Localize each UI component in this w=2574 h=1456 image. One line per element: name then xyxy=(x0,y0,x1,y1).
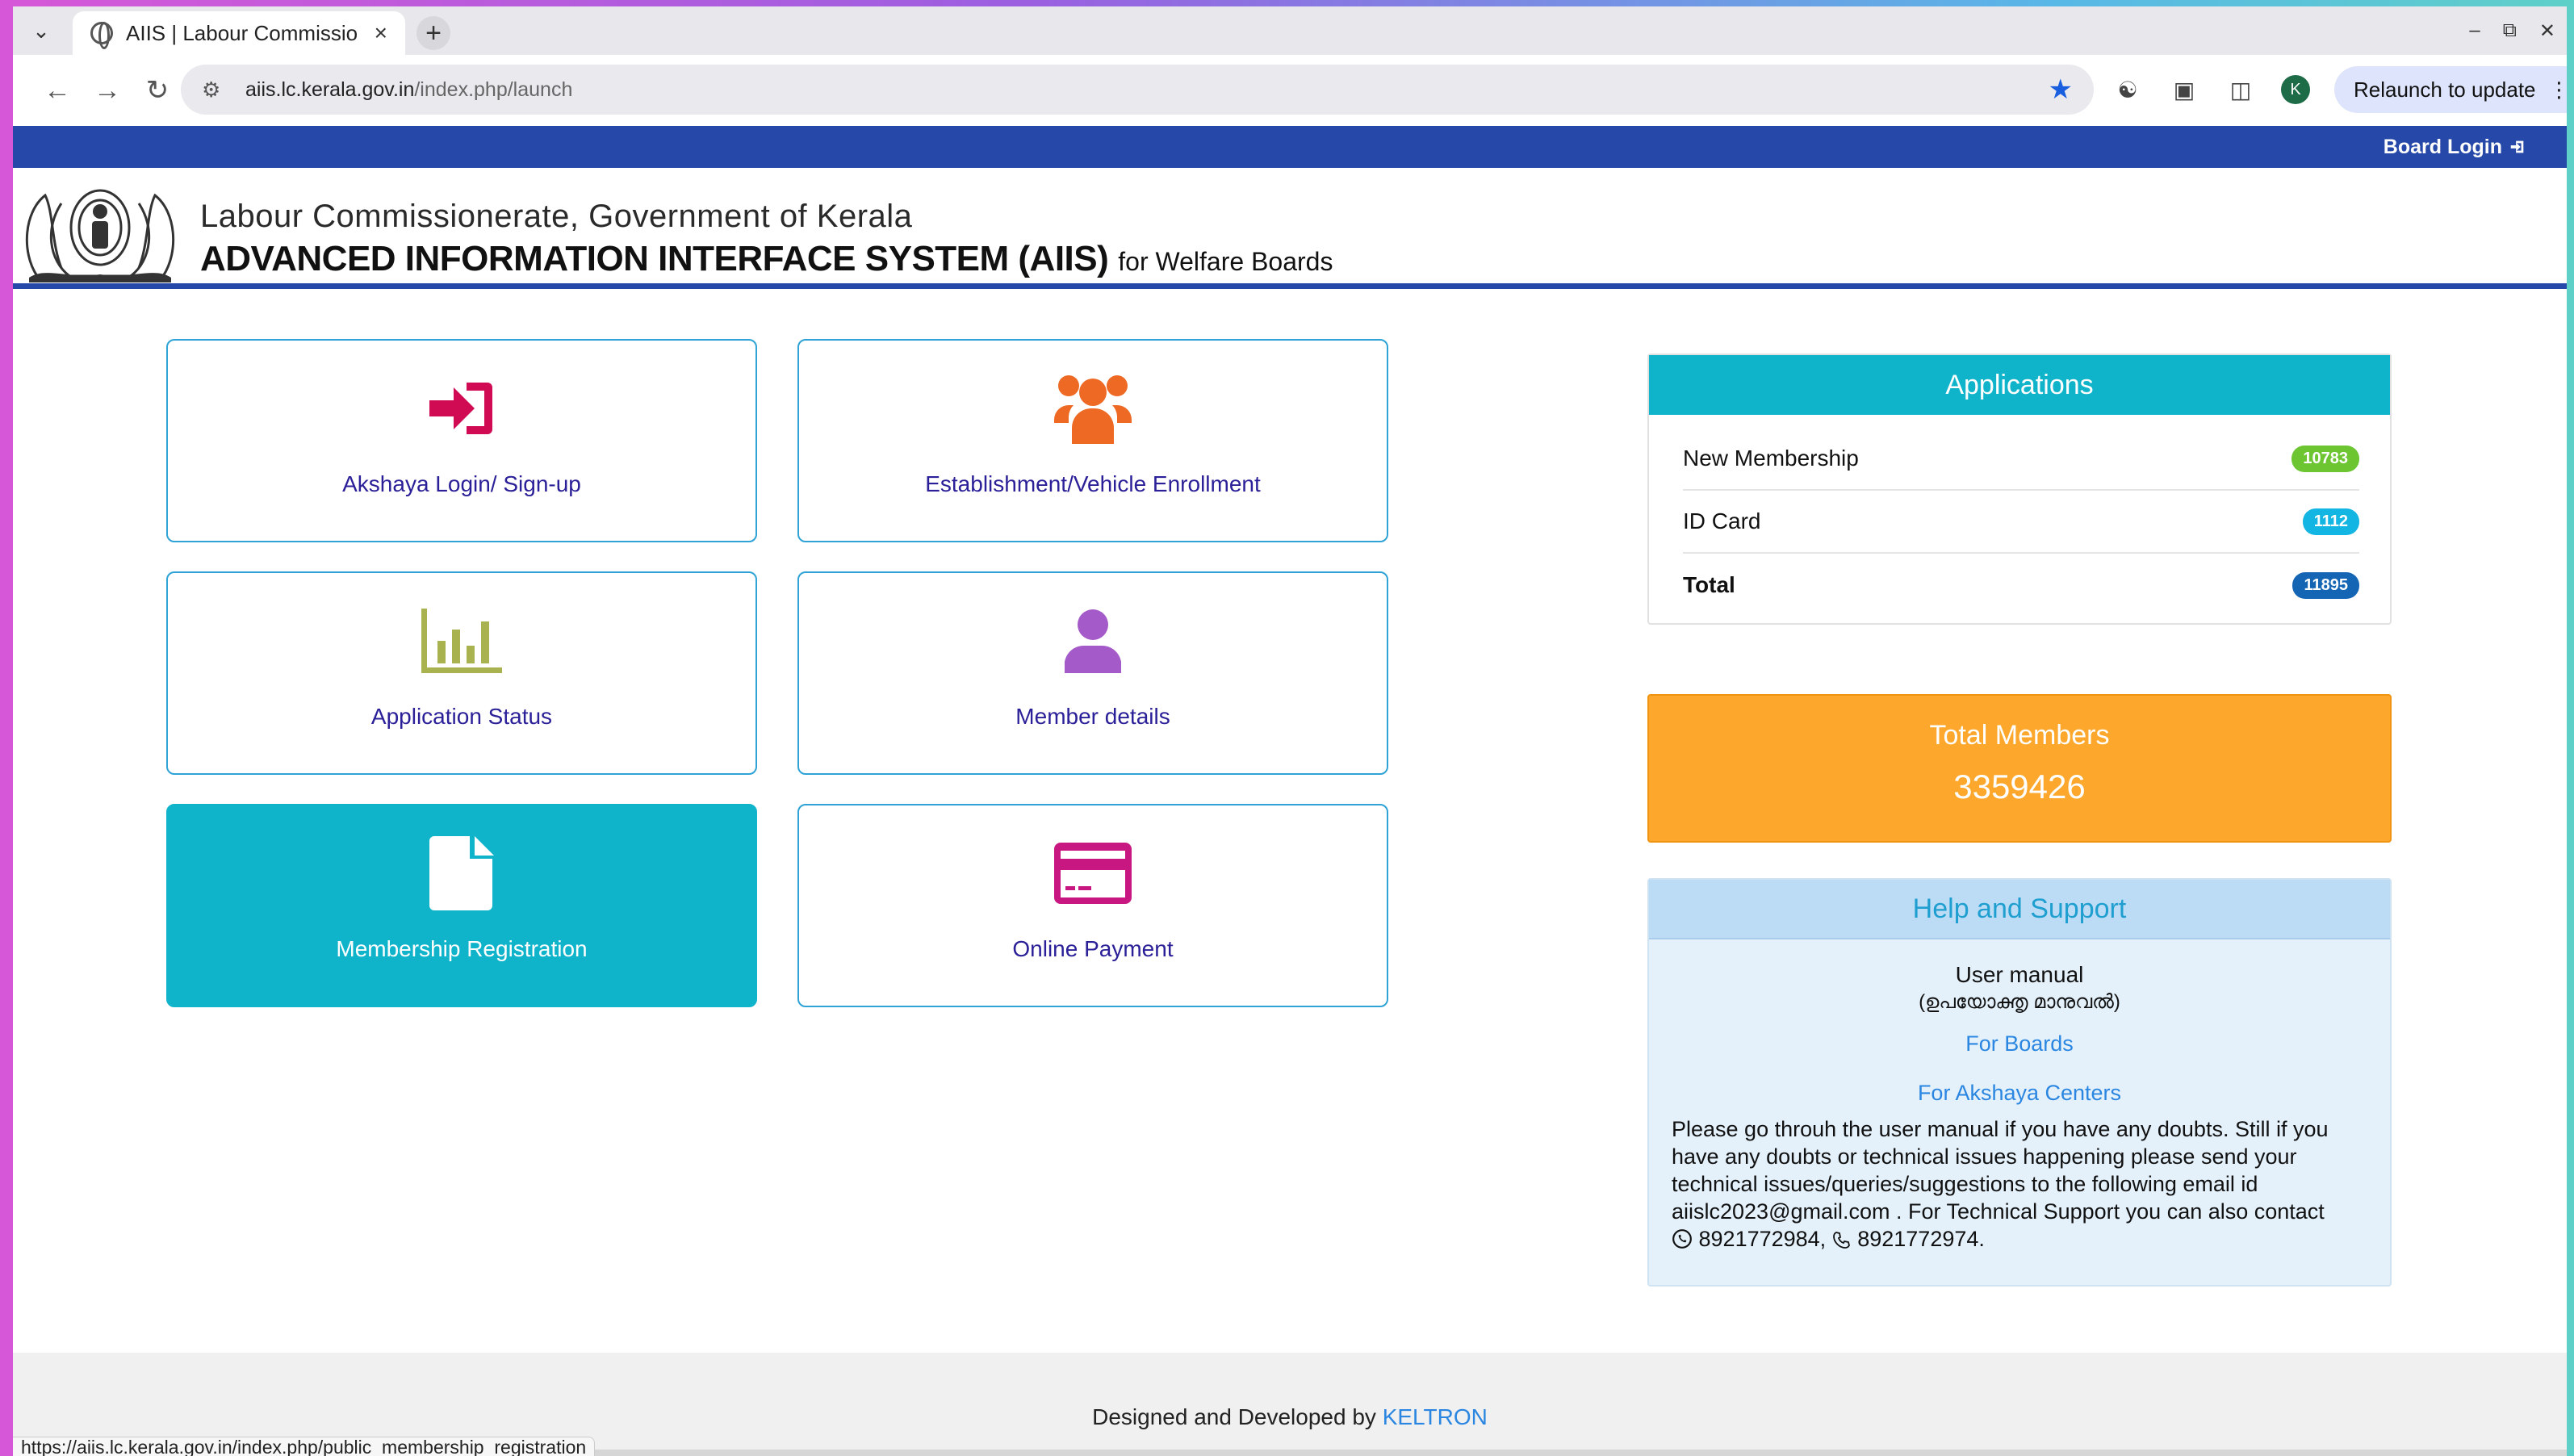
bookmark-star-icon[interactable]: ★ xyxy=(2049,73,2073,106)
header-system-title: ADVANCED INFORMATION INTERFACE SYSTEM (A… xyxy=(200,239,1109,278)
help-text: Please go throuh the user manual if you … xyxy=(1649,1106,2390,1253)
file-icon xyxy=(429,836,494,910)
footer-credit: Designed and Developed by xyxy=(1092,1404,1383,1429)
puzzle-icon[interactable]: ▣ xyxy=(2168,73,2200,106)
site-info-icon[interactable]: ⚙ xyxy=(202,77,228,103)
status-bar-url: https://aiis.lc.kerala.gov.in/index.php/… xyxy=(13,1437,596,1456)
whatsapp-number: 8921772984, xyxy=(1698,1227,1827,1251)
count-badge: 11895 xyxy=(2292,571,2359,599)
browser-toolbar: ← → ↻ ⚙ aiis.lc.kerala.gov.in /index.php… xyxy=(13,55,2567,126)
extension-icon[interactable]: ☯ xyxy=(2112,73,2144,106)
tile-online-payment[interactable]: Online Payment xyxy=(797,804,1388,1007)
toolbar-actions: ☯ ▣ ◫ K Relaunch to update ⋮ xyxy=(2112,65,2567,115)
globe-icon xyxy=(90,22,113,49)
board-login-label: Board Login xyxy=(2383,135,2502,158)
total-members-value: 3359426 xyxy=(1953,768,2086,805)
applications-title: Applications xyxy=(1649,355,2390,415)
tab-close-icon[interactable]: × xyxy=(375,20,387,46)
close-window-icon[interactable]: ✕ xyxy=(2539,19,2555,43)
tile-label: Member details xyxy=(1015,704,1170,729)
tile-akshaya-login[interactable]: Akshaya Login/ Sign-up xyxy=(166,339,757,542)
tile-label: Establishment/Vehicle Enrollment xyxy=(925,471,1261,496)
board-login-link[interactable]: Board Login xyxy=(2384,136,2526,159)
help-title: Help and Support xyxy=(1649,880,2390,939)
new-tab-button[interactable]: + xyxy=(416,16,450,50)
sign-in-icon xyxy=(429,383,492,434)
bar-chart-icon xyxy=(421,609,502,673)
side-panel-icon[interactable]: ◫ xyxy=(2225,73,2257,106)
count-badge: 10783 xyxy=(2291,445,2359,472)
tile-label: Application Status xyxy=(370,704,553,729)
for-boards-link[interactable]: For Boards xyxy=(1649,1031,2390,1056)
relaunch-label: Relaunch to update xyxy=(2354,77,2536,102)
url-path: /index.php/launch xyxy=(414,77,573,101)
tab-strip: ⌄ AIIS | Labour Commissio × + – ⧉ ✕ xyxy=(13,6,2567,55)
for-akshaya-link[interactable]: For Akshaya Centers xyxy=(1649,1081,2390,1106)
credit-card-icon xyxy=(1054,843,1132,904)
browser-tab[interactable]: AIIS | Labour Commissio × xyxy=(73,11,405,55)
tile-member-details[interactable]: Member details xyxy=(797,571,1388,775)
user-icon xyxy=(1065,609,1121,673)
total-members-card: Total Members 3359426 xyxy=(1647,694,2392,843)
footer-text: Designed and Developed by KELTRON xyxy=(13,1404,2567,1430)
tile-application-status[interactable]: Application Status xyxy=(166,571,757,775)
row-label: New Membership xyxy=(1683,446,1859,471)
user-manual-malayalam: (ഉപയോക്തൃ മാനുവൽ) xyxy=(1919,991,2120,1013)
top-nav-bar: Board Login xyxy=(13,126,2567,168)
tile-label: Membership Registration xyxy=(336,936,588,961)
header-system-name: ADVANCED INFORMATION INTERFACE SYSTEM (A… xyxy=(200,239,1333,279)
help-paragraph: Please go throuh the user manual if you … xyxy=(1672,1117,2329,1224)
applications-list: New Membership 10783 ID Card 1112 Total … xyxy=(1649,415,2390,623)
restore-icon[interactable]: ⧉ xyxy=(2503,19,2517,42)
reload-icon[interactable]: ↻ xyxy=(132,65,182,115)
total-members-title: Total Members xyxy=(1929,720,2110,751)
user-manual-heading: User manual xyxy=(1955,962,2084,987)
tile-membership-registration[interactable]: Membership Registration xyxy=(166,804,757,1007)
sign-in-icon xyxy=(2510,140,2524,153)
phone-icon xyxy=(1832,1232,1850,1249)
row-label: Total xyxy=(1683,572,1735,597)
phone-number: 8921772974. xyxy=(1857,1227,1985,1251)
list-item: ID Card 1112 xyxy=(1683,491,2359,554)
browser-window: ⌄ AIIS | Labour Commissio × + – ⧉ ✕ ← → … xyxy=(13,6,2567,1456)
help-support-panel: Help and Support User manual (ഉപയോക്തൃ മ… xyxy=(1647,878,2392,1287)
tab-search-icon[interactable]: ⌄ xyxy=(13,6,69,55)
count-badge: 1112 xyxy=(2302,508,2359,535)
users-icon xyxy=(1054,375,1132,444)
forward-icon[interactable]: → xyxy=(82,65,132,115)
web-page: Board Login Labour Commissionerate, Gove… xyxy=(13,126,2567,1456)
whatsapp-icon xyxy=(1672,1229,1692,1249)
applications-panel: Applications New Membership 10783 ID Car… xyxy=(1647,354,2392,625)
back-icon[interactable]: ← xyxy=(32,65,82,115)
kerala-emblem-logo xyxy=(25,189,175,282)
url-host: aiis.lc.kerala.gov.in xyxy=(245,77,415,101)
tile-establishment-enrollment[interactable]: Establishment/Vehicle Enrollment xyxy=(797,339,1388,542)
list-item: New Membership 10783 xyxy=(1683,428,2359,491)
tile-label: Online Payment xyxy=(1012,936,1174,961)
keltron-link[interactable]: KELTRON xyxy=(1383,1404,1488,1429)
kebab-menu-icon: ⋮ xyxy=(2548,77,2567,102)
tile-label: Akshaya Login/ Sign-up xyxy=(342,471,581,496)
row-label: ID Card xyxy=(1683,508,1761,533)
address-bar[interactable]: ⚙ aiis.lc.kerala.gov.in /index.php/launc… xyxy=(181,65,2094,115)
relaunch-button[interactable]: Relaunch to update ⋮ xyxy=(2334,66,2567,113)
list-item-total: Total 11895 xyxy=(1683,554,2359,617)
header-suffix: for Welfare Boards xyxy=(1118,247,1333,276)
tab-title: AIIS | Labour Commissio xyxy=(126,20,358,45)
minimize-icon[interactable]: – xyxy=(2469,19,2480,42)
header-department: Labour Commissionerate, Government of Ke… xyxy=(200,199,913,234)
window-controls: – ⧉ ✕ xyxy=(2469,6,2567,55)
profile-avatar[interactable]: K xyxy=(2281,75,2310,104)
site-header: Labour Commissionerate, Government of Ke… xyxy=(13,168,2567,289)
